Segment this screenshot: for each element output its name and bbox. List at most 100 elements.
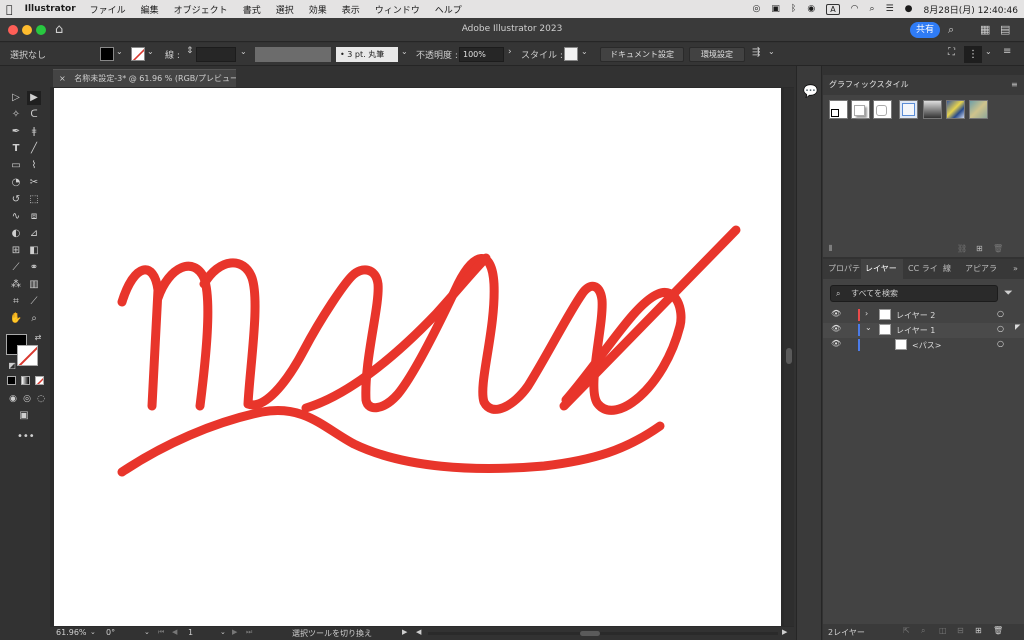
default-colors-icon[interactable]: ◩ <box>5 359 19 373</box>
menu-type[interactable]: 書式 <box>243 3 261 16</box>
graphic-style-7[interactable] <box>969 100 988 119</box>
scroll-right-icon[interactable]: ▶ <box>782 628 787 636</box>
warp-tool-icon[interactable]: ∿ <box>9 210 23 224</box>
rotation-value[interactable]: 0° <box>106 628 115 637</box>
chevron-down-icon[interactable]: ⌄ <box>865 323 872 332</box>
chevron-down-icon[interactable]: ⌄ <box>401 47 408 56</box>
draw-normal-icon[interactable]: ◉ <box>6 392 20 406</box>
graph-tool-icon[interactable]: ▥ <box>27 278 41 292</box>
menu-edit[interactable]: 編集 <box>141 3 159 16</box>
close-tab-icon[interactable]: × <box>59 74 66 83</box>
tab-stroke[interactable]: 線 <box>943 259 951 279</box>
tab-layers[interactable]: レイヤー <box>861 259 903 279</box>
apple-icon[interactable]:  <box>6 3 13 16</box>
draw-behind-icon[interactable]: ◎ <box>20 392 34 406</box>
chevron-right-icon[interactable]: › <box>865 309 868 318</box>
comments-icon[interactable]: 💬 <box>803 84 818 98</box>
target-circle-icon[interactable]: ○ <box>997 339 1004 348</box>
selection-tool-icon[interactable]: ▷ <box>9 91 23 105</box>
menu-file[interactable]: ファイル <box>90 3 126 16</box>
delete-layer-icon[interactable]: 🗑 <box>993 626 1003 635</box>
more-tabs-icon[interactable]: » <box>1013 259 1018 279</box>
stroke-weight-field[interactable] <box>196 47 236 62</box>
arrange-icon[interactable]: ⇶ <box>752 47 760 58</box>
pen-tool-icon[interactable]: ✒ <box>9 125 23 139</box>
layer-name[interactable]: レイヤー 1 <box>896 325 935 336</box>
graphic-style-2[interactable] <box>851 100 870 119</box>
chevron-down-icon[interactable]: ⌄ <box>116 47 123 56</box>
siri-icon[interactable]: ● <box>905 4 913 14</box>
swap-colors-icon[interactable]: ⇄ <box>31 331 45 345</box>
delete-style-icon[interactable]: 🗑 <box>993 244 1003 253</box>
style-swatch[interactable] <box>564 47 578 61</box>
target-circle-icon[interactable]: ○ <box>997 309 1004 318</box>
menu-object[interactable]: オブジェクト <box>174 3 228 16</box>
document-settings-button[interactable]: ドキュメント設定 <box>600 47 684 62</box>
graphic-style-4[interactable] <box>899 100 918 119</box>
color-mode-icon[interactable] <box>7 376 16 385</box>
direct-selection-tool-icon[interactable]: ▶ <box>27 91 41 105</box>
graphic-styles-tab[interactable]: グラフィックスタイル <box>829 75 909 95</box>
more-tools-icon[interactable]: ••• <box>17 430 35 444</box>
free-transform-icon[interactable]: ⧈ <box>27 210 41 224</box>
control-center-icon[interactable]: ☰ <box>886 4 894 14</box>
graphic-style-default[interactable] <box>829 100 848 119</box>
stepper-icon[interactable]: ⇕ <box>186 46 194 56</box>
none-mode-icon[interactable] <box>35 376 44 385</box>
artboard-tool-icon[interactable]: ⌗ <box>9 295 23 309</box>
fill-swatch[interactable] <box>100 47 114 61</box>
menu-window[interactable]: ウィンドウ <box>375 3 420 16</box>
graphic-style-3[interactable] <box>873 100 892 119</box>
target-circle-icon[interactable]: ○ <box>997 324 1004 333</box>
chevron-down-icon[interactable]: ⌄ <box>90 628 96 636</box>
new-style-icon[interactable]: ⊞ <box>976 244 983 253</box>
gradient-tool-icon[interactable]: ◧ <box>27 244 41 258</box>
menubar-clock[interactable]: 8月28日(月) 12:40:46 <box>924 3 1018 16</box>
eyedropper-icon[interactable]: ⟋ <box>9 261 23 275</box>
menu-effect[interactable]: 効果 <box>309 3 327 16</box>
menu-help[interactable]: ヘルプ <box>435 3 462 16</box>
tab-properties[interactable]: プロパテ <box>828 259 860 279</box>
perspective-grid-icon[interactable]: ⊿ <box>27 227 41 241</box>
filter-icon[interactable]: ⏷ <box>1004 286 1013 300</box>
vertical-scrollbar-thumb[interactable] <box>786 348 792 364</box>
chevron-right-icon[interactable]: › <box>508 47 512 57</box>
rectangle-tool-icon[interactable]: ▭ <box>9 159 23 173</box>
panel-menu-icon[interactable]: ≡ <box>1011 75 1018 95</box>
gradient-mode-icon[interactable] <box>21 376 30 385</box>
stroke-max-letters[interactable] <box>117 254 686 415</box>
bluetooth-icon[interactable]: ᛒ <box>791 4 796 14</box>
scroll-left-icon[interactable]: ◀ <box>416 628 421 636</box>
panel-menu-icon[interactable]: ⋮ <box>964 46 982 63</box>
screen-mode-icon[interactable]: ▣ <box>17 409 31 423</box>
shape-builder-icon[interactable]: ◐ <box>9 227 23 241</box>
status-menu-icon[interactable]: ▶ <box>402 628 407 636</box>
horizontal-scrollbar[interactable] <box>428 632 778 635</box>
draw-inside-icon[interactable]: ◌ <box>34 392 48 406</box>
layer-row[interactable]: 👁 <パス> ○ <box>823 338 1024 353</box>
opacity-field[interactable]: 100% <box>459 47 504 62</box>
menu-select[interactable]: 選択 <box>276 3 294 16</box>
graphic-style-6[interactable] <box>946 100 965 119</box>
new-layer-icon[interactable]: ⊞ <box>975 626 982 635</box>
line-tool-icon[interactable]: ╱ <box>27 142 41 156</box>
stroke-color-box[interactable] <box>17 345 38 366</box>
more-options-icon[interactable]: ≡ <box>1003 46 1011 57</box>
spotlight-icon[interactable]: ⌕ <box>870 4 875 14</box>
visibility-eye-icon[interactable]: 👁 <box>831 324 841 333</box>
lasso-icon[interactable]: ᑕ <box>27 108 41 122</box>
export-icon[interactable]: ⇱ <box>903 626 910 635</box>
graphic-style-5[interactable] <box>923 100 942 119</box>
scale-tool-icon[interactable]: ⬚ <box>27 193 41 207</box>
chevron-down-icon[interactable]: ⌄ <box>581 47 588 56</box>
airdrop-icon[interactable]: ◉ <box>807 4 815 14</box>
magic-wand-icon[interactable]: ✧ <box>9 108 23 122</box>
chevron-down-icon[interactable]: ⌄ <box>144 628 150 636</box>
layers-search-field[interactable]: ⌕ すべてを検索 <box>830 285 998 302</box>
brush-definition[interactable]: • 3 pt. 丸筆 <box>336 47 398 62</box>
chevron-down-icon[interactable]: ⌄ <box>147 47 154 56</box>
new-sublayer-icon[interactable]: ⊟ <box>957 626 964 635</box>
menu-view[interactable]: 表示 <box>342 3 360 16</box>
symbol-sprayer-icon[interactable]: ⁂ <box>9 278 23 292</box>
chevron-down-icon[interactable]: ⌄ <box>768 47 775 56</box>
